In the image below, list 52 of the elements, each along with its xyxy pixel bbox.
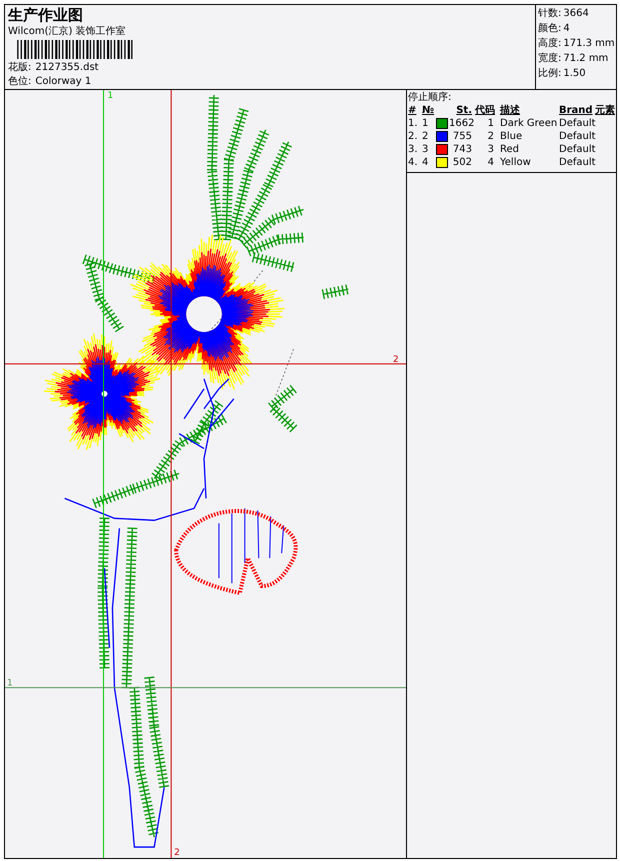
table-cell-text: 755 (452, 130, 473, 143)
stat-value: 171.3 mm (563, 37, 615, 51)
table-cell-text: 2 (486, 130, 495, 143)
guide-label: 2 (393, 354, 399, 365)
table-cell: 1662 (449, 117, 475, 130)
table-cell-text: Red (499, 143, 520, 156)
guide-label: 2 (174, 848, 180, 858)
stat-label: 高度: (538, 36, 562, 51)
table-cell-text: 4 (422, 156, 430, 169)
column-header: 描述 (498, 104, 521, 117)
stat-label: 颜色: (538, 22, 562, 36)
table-cell-text: 502 (452, 156, 473, 169)
table-cell-text: Dark Green (499, 117, 558, 130)
stat-value: 3664 (563, 7, 589, 21)
guide-label: 1 (7, 678, 13, 689)
column-header: Brand (559, 104, 594, 117)
table-cell: Default (559, 117, 595, 130)
table-cell: Default (559, 156, 595, 169)
column-header: # (408, 104, 418, 117)
table-cell-text: Blue (499, 130, 524, 143)
column-header: 元素 (595, 104, 615, 117)
stat-label: 宽度: (538, 52, 562, 66)
stat-value: 1.50 (563, 67, 586, 81)
colorway-label: 色位: (8, 75, 32, 88)
worksheet-title: 生产作业图 (8, 6, 84, 24)
column-header: № (422, 104, 436, 117)
column-header: St. (455, 104, 473, 117)
studio-name: Wilcom(汇京) 装饰工作室 (8, 25, 127, 38)
table-cell: Default (559, 130, 595, 143)
stop-sequence-title: 停止顺序: (408, 91, 452, 104)
table-cell-text: 4. (408, 156, 419, 169)
table-cell-text: 3. (408, 143, 419, 156)
table-cell-text: 3 (486, 143, 495, 156)
table-cell: Default (559, 143, 595, 156)
table-cell-text: Yellow (499, 156, 532, 169)
table-cell-text: 3 (422, 143, 430, 156)
stat-label: 比例: (538, 66, 562, 81)
column-header: 代码 (475, 104, 496, 117)
stat-value: 4 (563, 22, 570, 36)
stat-value: 71.2 mm (563, 52, 608, 66)
design-label: 花版: (8, 61, 32, 74)
guide-label: 1 (108, 90, 114, 101)
table-cell-text: 1. (408, 117, 419, 130)
design-file: 2127355.dst (35, 61, 99, 74)
table-cell-text: 1 (486, 117, 495, 130)
table-cell-text: 2 (422, 130, 430, 143)
colorway-value: Colorway 1 (35, 75, 92, 88)
table-cell-text: 743 (452, 143, 473, 156)
table-cell-text: 2. (408, 130, 419, 143)
table-cell-text: 1 (422, 117, 430, 130)
table-cell-text: 4 (486, 156, 495, 169)
stat-label: 针数: (538, 7, 562, 21)
